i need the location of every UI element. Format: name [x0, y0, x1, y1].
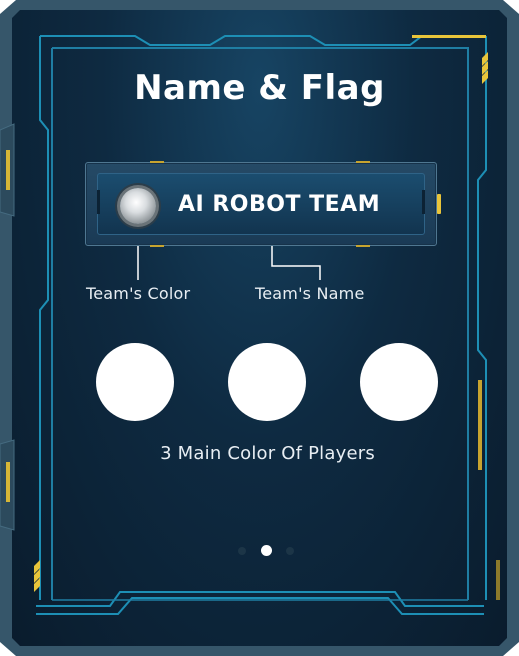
bar-tick [356, 161, 370, 163]
bar-tick [150, 245, 164, 247]
bar-tick [356, 245, 370, 247]
team-name-label: Team's Name [255, 284, 365, 303]
players-color-caption: 3 Main Color Of Players [160, 443, 375, 464]
player-color-2[interactable] [228, 343, 306, 421]
pagination-dot-1[interactable] [238, 547, 246, 555]
pagination-dot-3[interactable] [286, 547, 294, 555]
player-color-1[interactable] [96, 343, 174, 421]
team-name-field[interactable]: AI ROBOT TEAM [178, 190, 418, 220]
pagination-dot-2-active[interactable] [261, 545, 272, 556]
bar-notch-left [97, 190, 100, 214]
bar-notch-right [422, 190, 425, 214]
bar-tick [150, 161, 164, 163]
bar-yellow-tick [437, 194, 441, 214]
pagination-dots [233, 544, 297, 558]
player-color-3[interactable] [360, 343, 438, 421]
team-color-label: Team's Color [86, 284, 191, 303]
team-color-button[interactable] [120, 188, 156, 224]
page-title: Name & Flag [134, 68, 385, 108]
